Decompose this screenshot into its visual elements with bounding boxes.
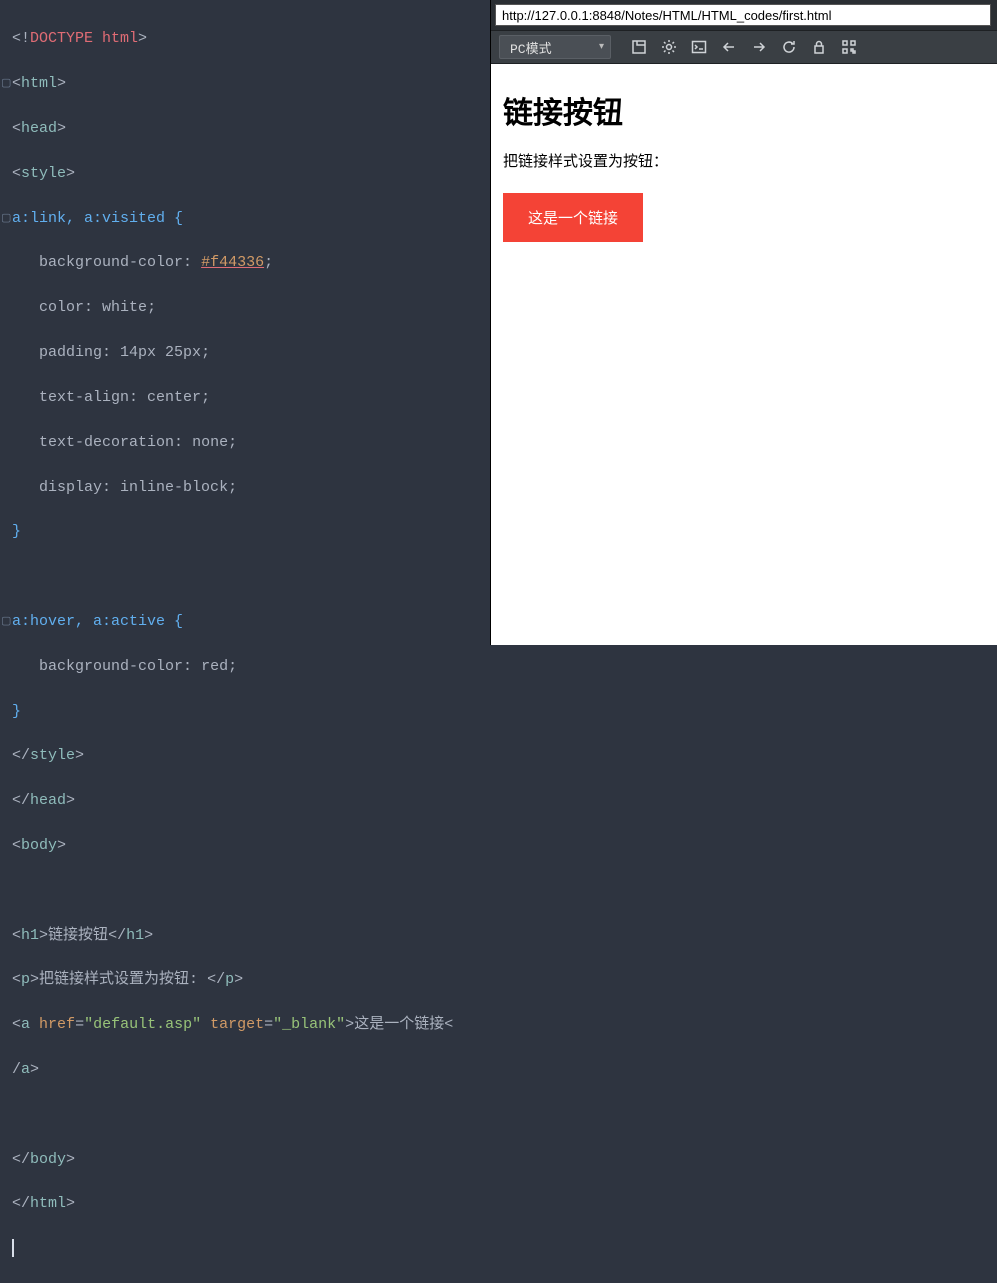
new-window-icon[interactable]: [631, 39, 647, 55]
code-line: ▢a:link, a:visited {: [0, 208, 490, 230]
fold-marker-icon[interactable]: ▢: [1, 611, 11, 633]
code-line: }: [0, 521, 490, 543]
qr-icon[interactable]: [841, 39, 857, 55]
code-line: </body>: [0, 1149, 490, 1171]
code-line: <p>把链接样式设置为按钮: </p>: [0, 969, 490, 991]
page-paragraph: 把链接样式设置为按钮：: [503, 150, 985, 171]
console-icon[interactable]: [691, 39, 707, 55]
code-line: </html>: [0, 1193, 490, 1215]
code-line: <style>: [0, 163, 490, 185]
url-input[interactable]: [495, 4, 991, 26]
code-line: [0, 1238, 490, 1260]
code-line: color: white;: [0, 297, 490, 319]
code-line: <body>: [0, 835, 490, 857]
code-line: ▢<html>: [0, 73, 490, 95]
fold-marker-icon[interactable]: ▢: [1, 73, 11, 95]
code-line: }: [0, 701, 490, 723]
back-icon[interactable]: [721, 39, 737, 55]
device-mode-dropdown[interactable]: PC模式 ▾: [499, 35, 611, 59]
page-heading: 链接按钮: [503, 88, 985, 132]
code-line: background-color: red;: [0, 656, 490, 678]
refresh-icon[interactable]: [781, 39, 797, 55]
cursor-icon: [12, 1239, 14, 1257]
styled-link-button[interactable]: 这是一个链接: [503, 193, 643, 242]
chevron-down-icon: ▾: [599, 41, 604, 53]
code-line: [0, 566, 490, 588]
code-line: <head>: [0, 118, 490, 140]
address-bar-row: [491, 0, 997, 30]
rendered-page: 链接按钮 把链接样式设置为按钮： 这是一个链接: [491, 64, 997, 645]
code-line: ▢a:hover, a:active {: [0, 611, 490, 633]
code-line: text-align: center;: [0, 387, 490, 409]
code-line: [0, 880, 490, 902]
code-line: [0, 1104, 490, 1126]
code-line: background-color: #f44336;: [0, 252, 490, 274]
code-line: padding: 14px 25px;: [0, 342, 490, 364]
code-line: <!DOCTYPE html>: [0, 28, 490, 50]
code-line: </style>: [0, 745, 490, 767]
toolbar: PC模式 ▾: [491, 30, 997, 64]
gear-icon[interactable]: [661, 39, 677, 55]
device-mode-label: PC模式: [510, 38, 552, 57]
preview-panel: PC模式 ▾ 链接按钮 把链接样式设置为按钮： 这是一个链接: [490, 0, 997, 645]
fold-marker-icon[interactable]: ▢: [1, 208, 11, 230]
code-line: <a href="default.asp" target="_blank">这是…: [0, 1014, 490, 1036]
code-line: display: inline-block;: [0, 477, 490, 499]
code-line: text-decoration: none;: [0, 432, 490, 454]
lock-icon[interactable]: [811, 39, 827, 55]
code-editor[interactable]: <!DOCTYPE html> ▢<html> <head> <style> ▢…: [0, 0, 490, 645]
code-line: <h1>链接按钮</h1>: [0, 925, 490, 947]
code-line: /a>: [0, 1059, 490, 1081]
forward-icon[interactable]: [751, 39, 767, 55]
code-line: </head>: [0, 790, 490, 812]
